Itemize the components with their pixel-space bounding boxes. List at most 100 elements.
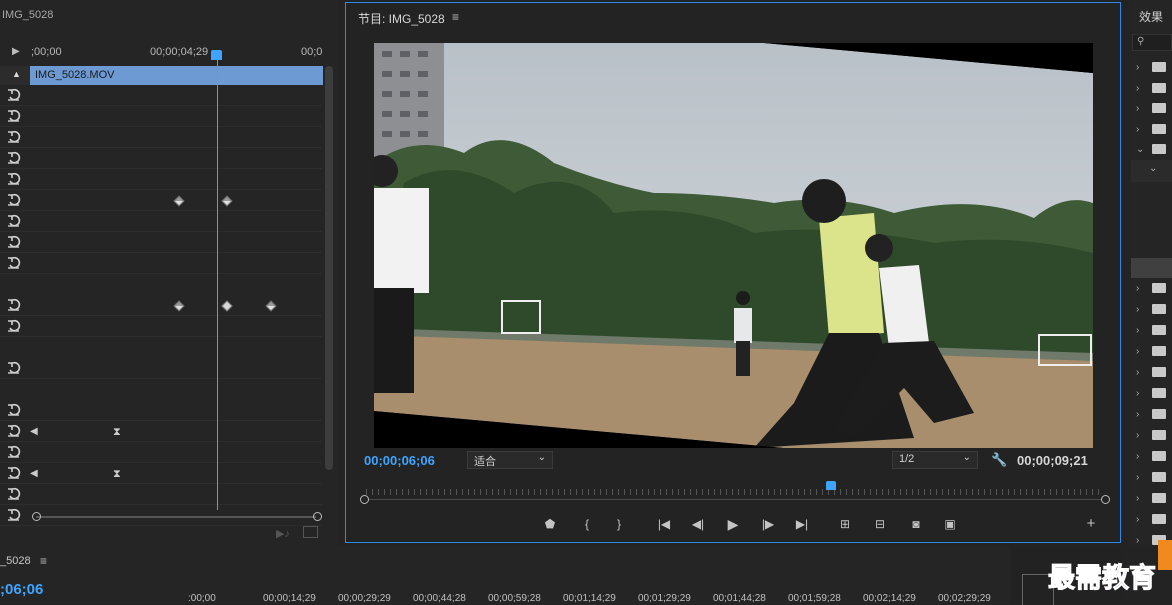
export-icon[interactable] — [303, 526, 318, 538]
chevron-right-icon[interactable]: › — [1136, 346, 1139, 357]
hourglass-keyframe-icon[interactable]: ◀ — [30, 468, 38, 479]
menu-icon[interactable]: ≡ — [452, 10, 459, 24]
video-frame[interactable] — [374, 43, 1093, 448]
folder-icon[interactable] — [1152, 451, 1166, 461]
folder-icon[interactable] — [1152, 304, 1166, 314]
ec-playhead-line[interactable] — [217, 56, 218, 510]
timeline-current-time[interactable]: ;06;06 — [0, 581, 43, 598]
folder-icon[interactable] — [1152, 103, 1166, 113]
reset-icon[interactable] — [7, 88, 21, 102]
play-icon[interactable]: ▶ — [724, 516, 742, 532]
reset-icon[interactable] — [7, 214, 21, 228]
folder-icon[interactable] — [1152, 83, 1166, 93]
collapse-arrow-icon[interactable]: ▶ — [12, 46, 20, 57]
mark-out-icon[interactable]: } — [610, 516, 628, 532]
folder-icon[interactable] — [1152, 409, 1166, 419]
reset-icon[interactable] — [7, 298, 21, 312]
menu-icon[interactable]: ≡ — [40, 554, 47, 568]
reset-icon[interactable] — [7, 319, 21, 333]
timeline-panel: _5028 ≡ ;06;06 :00;00 00;00;14;29 00;00;29… — [0, 546, 1010, 604]
sequence-name[interactable]: _5028 — [0, 555, 31, 567]
chevron-right-icon[interactable]: › — [1136, 367, 1139, 378]
folder-icon[interactable] — [1152, 367, 1166, 377]
reset-icon[interactable] — [7, 172, 21, 186]
go-to-out-icon[interactable]: ▶| — [793, 516, 811, 532]
extract-icon[interactable]: ⊟ — [871, 516, 889, 532]
reset-icon[interactable] — [7, 424, 21, 438]
reset-icon[interactable] — [7, 256, 21, 270]
folder-icon[interactable] — [1152, 388, 1166, 398]
chevron-right-icon[interactable]: › — [1136, 325, 1139, 336]
folder-icon[interactable] — [1152, 62, 1166, 72]
keyframe[interactable] — [265, 300, 277, 312]
step-back-icon[interactable]: ◀| — [689, 516, 707, 532]
current-timecode[interactable]: 00;00;06;06 — [364, 453, 435, 468]
hourglass-keyframe-icon[interactable]: ⧗ — [113, 426, 121, 439]
folder-icon[interactable] — [1152, 430, 1166, 440]
folder-icon[interactable] — [1152, 325, 1166, 335]
horizontal-zoom-bar[interactable] — [32, 512, 322, 521]
chevron-right-icon[interactable]: › — [1136, 535, 1139, 546]
effects-search-input[interactable]: ⚲ — [1132, 34, 1172, 51]
resolution-dropdown[interactable]: 1/2 ⌄ — [892, 451, 978, 469]
chevron-right-icon[interactable]: › — [1136, 451, 1139, 462]
keyframe[interactable] — [221, 195, 233, 207]
reset-icon[interactable] — [7, 235, 21, 249]
chevron-right-icon[interactable]: › — [1136, 62, 1139, 73]
vertical-scrollbar[interactable] — [325, 66, 333, 470]
scroll-up-icon[interactable]: ▲ — [12, 69, 21, 79]
scrub-playhead[interactable] — [825, 481, 836, 490]
chevron-right-icon[interactable]: › — [1136, 83, 1139, 94]
clip-bar[interactable]: IMG_5028.MOV — [30, 66, 323, 85]
compare-icon[interactable]: ▣ — [941, 516, 959, 532]
chevron-right-icon[interactable]: › — [1136, 472, 1139, 483]
chevron-right-icon[interactable]: › — [1136, 430, 1139, 441]
folder-icon[interactable] — [1152, 472, 1166, 482]
mark-in-icon[interactable]: { — [578, 516, 596, 532]
chevron-right-icon[interactable]: › — [1136, 124, 1139, 135]
hourglass-keyframe-icon[interactable]: ◀ — [30, 426, 38, 437]
reset-icon[interactable] — [7, 466, 21, 480]
add-icon[interactable]: + — [1082, 516, 1100, 532]
keyframe[interactable] — [173, 300, 185, 312]
reset-icon[interactable] — [7, 151, 21, 165]
scrub-bar[interactable] — [360, 481, 1110, 505]
reset-icon[interactable] — [7, 193, 21, 207]
reset-icon[interactable] — [7, 130, 21, 144]
chevron-down-icon[interactable]: ⌄ — [1136, 144, 1144, 155]
watermark-badge — [1158, 540, 1172, 570]
reset-icon[interactable] — [7, 109, 21, 123]
step-forward-icon[interactable]: |▶ — [759, 516, 777, 532]
chevron-right-icon[interactable]: › — [1136, 103, 1139, 114]
chevron-right-icon[interactable]: › — [1136, 283, 1139, 294]
chevron-right-icon[interactable]: › — [1136, 409, 1139, 420]
reset-icon[interactable] — [7, 508, 21, 522]
folder-icon[interactable] — [1152, 124, 1166, 134]
reset-icon[interactable] — [7, 403, 21, 417]
folder-icon[interactable] — [1152, 514, 1166, 524]
camera-icon[interactable]: ◙ — [907, 516, 925, 532]
folder-icon[interactable] — [1152, 283, 1166, 293]
effects-selected-row[interactable] — [1131, 258, 1172, 278]
go-to-in-icon[interactable]: |◀ — [655, 516, 673, 532]
effects-subfolder-row[interactable]: ⌄ — [1131, 160, 1172, 182]
marker-icon[interactable]: ⬟ — [541, 516, 559, 532]
chevron-right-icon[interactable]: › — [1136, 388, 1139, 399]
keyframe[interactable] — [173, 195, 185, 207]
chevron-right-icon[interactable]: › — [1136, 514, 1139, 525]
wrench-icon[interactable]: 🔧 — [991, 452, 1007, 468]
zoom-dropdown[interactable]: 适合 ⌄ — [467, 451, 553, 469]
reset-icon[interactable] — [7, 445, 21, 459]
lift-icon[interactable]: ⊞ — [836, 516, 854, 532]
play-audio-icon[interactable]: ▶♪ — [276, 527, 290, 540]
hourglass-keyframe-icon[interactable]: ⧗ — [113, 468, 121, 481]
folder-icon[interactable] — [1152, 493, 1166, 503]
reset-icon[interactable] — [7, 361, 21, 375]
folder-icon[interactable] — [1152, 346, 1166, 356]
chevron-right-icon[interactable]: › — [1136, 493, 1139, 504]
reset-icon[interactable] — [7, 487, 21, 501]
chevron-right-icon[interactable]: › — [1136, 304, 1139, 315]
folder-icon[interactable] — [1152, 144, 1166, 154]
effect-controls-source-title: IMG_5028 — [2, 9, 54, 21]
keyframe[interactable] — [221, 300, 233, 312]
